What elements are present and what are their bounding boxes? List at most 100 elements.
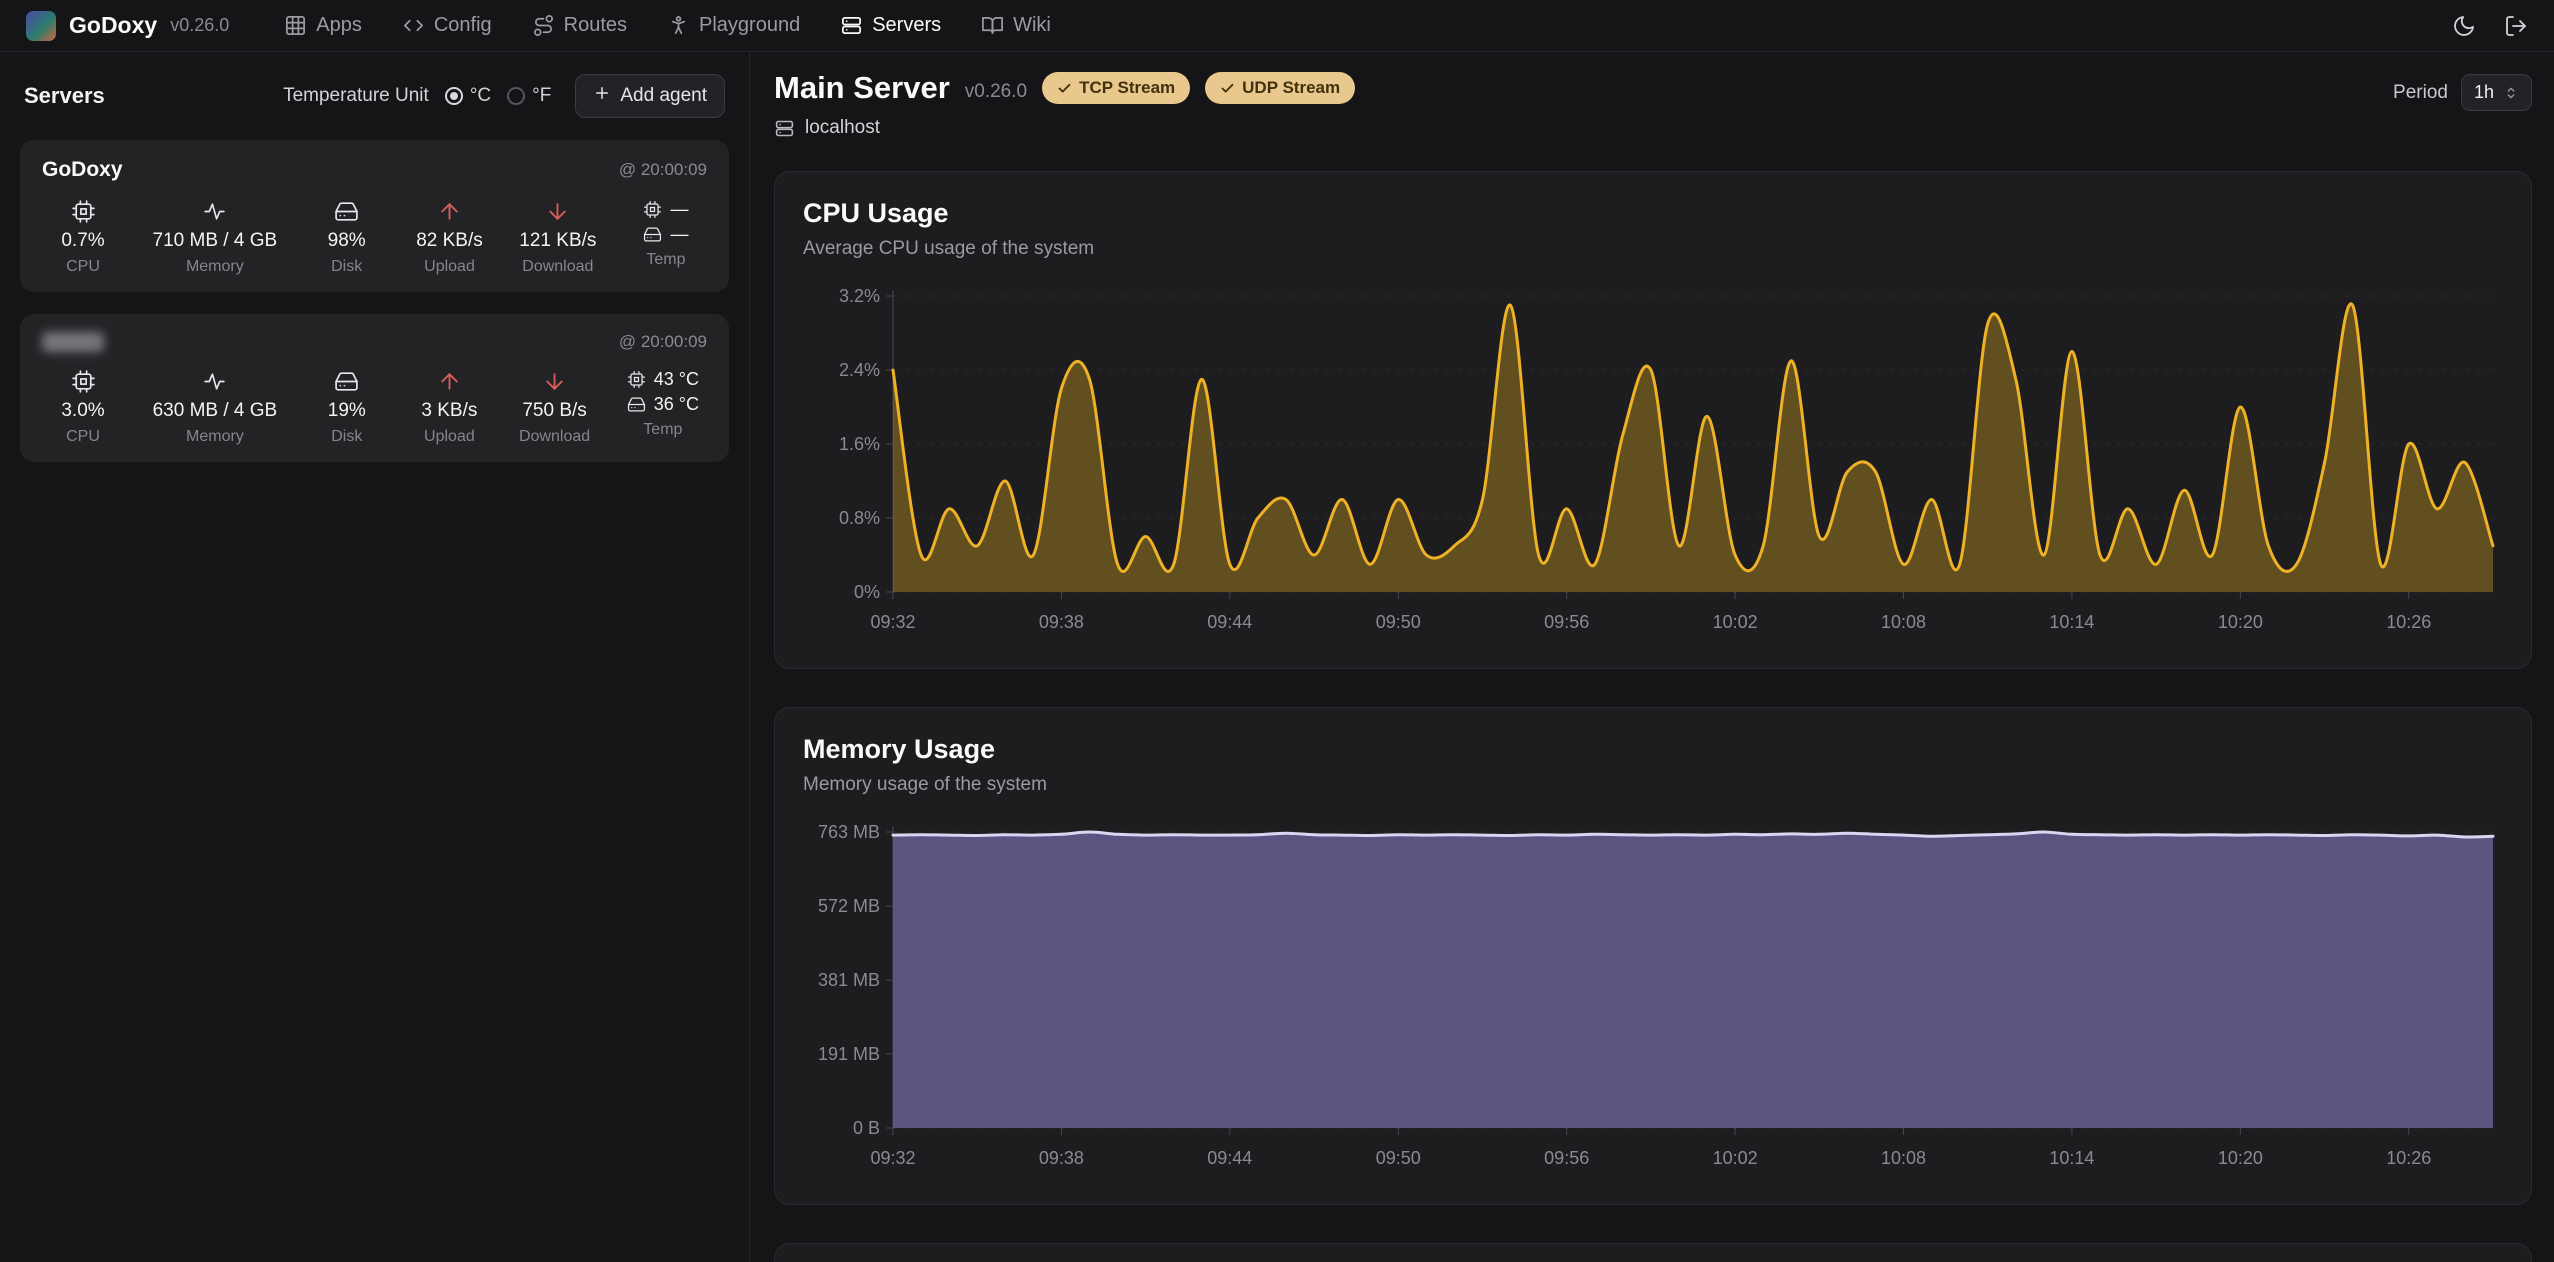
svg-text:10:08: 10:08 xyxy=(1881,612,1926,632)
metric-temp: 43 °C 36 °C Temp xyxy=(627,369,699,439)
server-card-agent[interactable]: @ 20:00:09 3.0% CPU 630 MB / 4 xyxy=(20,314,729,462)
arrow-up-icon xyxy=(437,369,462,394)
activity-icon xyxy=(202,199,227,224)
server-card-godoxy[interactable]: GoDoxy @ 20:00:09 0.7% CPU xyxy=(20,140,729,292)
svg-text:381 MB: 381 MB xyxy=(818,970,880,990)
servers-sidebar: Servers Temperature Unit °C °F xyxy=(0,52,750,1262)
period-control: Period 1h xyxy=(2393,74,2532,111)
logout-button[interactable] xyxy=(2504,14,2528,38)
nav-item-label: Apps xyxy=(316,14,362,37)
cpu-usage-chart: 0%0.8%1.6%2.4%3.2%09:3209:3809:4409:5009… xyxy=(803,282,2503,642)
download-value: 750 B/s xyxy=(522,400,586,422)
svg-text:09:56: 09:56 xyxy=(1544,1148,1589,1168)
disk-temp-value: 36 °C xyxy=(654,394,699,415)
metric-cpu: 3.0% CPU xyxy=(50,369,116,446)
arrow-up-icon xyxy=(437,199,462,224)
metric-disk: 19% Disk xyxy=(314,369,380,446)
hard-drive-icon xyxy=(334,369,359,394)
cpu-value: 3.0% xyxy=(61,400,104,422)
plus-icon xyxy=(593,84,611,108)
nav-item-apps[interactable]: Apps xyxy=(284,14,362,37)
fahrenheit-radio[interactable]: °F xyxy=(507,85,551,107)
cpu-temp-value: — xyxy=(670,199,688,220)
radio-circle xyxy=(445,87,463,105)
app-root: GoDoxy v0.26.0 Apps Config xyxy=(0,0,2554,1262)
svg-text:0.8%: 0.8% xyxy=(839,508,880,528)
nav-item-wiki[interactable]: Wiki xyxy=(981,14,1051,37)
nav-item-label: Playground xyxy=(699,14,800,37)
svg-text:1.6%: 1.6% xyxy=(839,434,880,454)
main-nav: Apps Config Routes xyxy=(284,14,1051,37)
svg-text:10:08: 10:08 xyxy=(1881,1148,1926,1168)
title-row: Main Server v0.26.0 TCP Stream xyxy=(774,70,1355,106)
sidebar-title: Servers xyxy=(24,83,105,109)
add-agent-button[interactable]: Add agent xyxy=(575,74,725,118)
svg-text:0%: 0% xyxy=(854,582,880,602)
svg-text:09:38: 09:38 xyxy=(1039,612,1084,632)
cpu-chip-icon xyxy=(71,369,96,394)
metric-memory: 710 MB / 4 GB Memory xyxy=(153,199,278,276)
badge-label: UDP Stream xyxy=(1242,78,1340,98)
nav-item-config[interactable]: Config xyxy=(402,14,492,37)
nav-item-playground[interactable]: Playground xyxy=(667,14,800,37)
svg-text:10:20: 10:20 xyxy=(2218,1148,2263,1168)
disk-temp-value: — xyxy=(670,224,688,245)
celsius-radio[interactable]: °C xyxy=(445,85,491,107)
svg-text:09:44: 09:44 xyxy=(1207,1148,1252,1168)
disk-value: 98% xyxy=(328,230,366,252)
sidebar-controls: Temperature Unit °C °F Add agent xyxy=(283,74,725,118)
cpu-usage-card: CPU Usage Average CPU usage of the syste… xyxy=(774,171,2532,669)
chevron-up-down-icon xyxy=(2503,85,2519,101)
nav-item-label: Config xyxy=(434,14,492,37)
moon-icon xyxy=(2452,14,2476,38)
cpu-label: CPU xyxy=(66,428,100,446)
metric-upload: 3 KB/s Upload xyxy=(416,369,482,446)
brand-name[interactable]: GoDoxy xyxy=(69,12,157,39)
person-icon xyxy=(667,14,690,37)
svg-text:572 MB: 572 MB xyxy=(818,896,880,916)
server-metrics: 3.0% CPU 630 MB / 4 GB Memory xyxy=(42,369,707,446)
server-timestamp: @ 20:00:09 xyxy=(619,160,707,180)
godoxy-logo[interactable] xyxy=(26,11,56,41)
disk-temp-row: 36 °C xyxy=(627,394,699,415)
memory-chart-subtitle: Memory usage of the system xyxy=(803,774,2503,796)
server-name: GoDoxy xyxy=(42,158,123,182)
svg-text:2.4%: 2.4% xyxy=(839,360,880,380)
sidebar-header: Servers Temperature Unit °C °F xyxy=(20,74,729,118)
memory-chart-title: Memory Usage xyxy=(803,734,2503,765)
udp-stream-badge: UDP Stream xyxy=(1205,72,1355,104)
code-icon xyxy=(402,14,425,37)
temp-rows: 43 °C 36 °C xyxy=(627,369,699,415)
nav-item-servers[interactable]: Servers xyxy=(840,14,941,37)
tcp-stream-badge: TCP Stream xyxy=(1042,72,1190,104)
page-body: Servers Temperature Unit °C °F xyxy=(0,52,2554,1262)
download-label: Download xyxy=(522,258,593,276)
metric-disk: 98% Disk xyxy=(314,199,380,276)
svg-text:09:44: 09:44 xyxy=(1207,612,1252,632)
theme-toggle-button[interactable] xyxy=(2452,14,2476,38)
route-icon xyxy=(532,14,555,37)
upload-value: 82 KB/s xyxy=(416,230,483,252)
svg-text:09:50: 09:50 xyxy=(1376,1148,1421,1168)
metric-cpu: 0.7% CPU xyxy=(50,199,116,276)
host-name: localhost xyxy=(805,117,880,139)
nav-item-routes[interactable]: Routes xyxy=(532,14,627,37)
memory-label: Memory xyxy=(186,258,244,276)
metric-temp: — — Temp xyxy=(633,199,699,269)
svg-text:10:26: 10:26 xyxy=(2386,612,2431,632)
celsius-label: °C xyxy=(470,85,491,107)
temp-label: Temp xyxy=(646,251,685,269)
disk-label: Disk xyxy=(331,428,362,446)
arrow-down-icon xyxy=(545,199,570,224)
period-select[interactable]: 1h xyxy=(2461,74,2532,111)
period-value: 1h xyxy=(2474,82,2494,103)
svg-text:191 MB: 191 MB xyxy=(818,1044,880,1064)
upload-label: Upload xyxy=(424,258,475,276)
cpu-chip-icon xyxy=(71,199,96,224)
server-card-header: GoDoxy @ 20:00:09 xyxy=(42,158,707,182)
check-icon xyxy=(1220,81,1235,96)
temp-rows: — — xyxy=(643,199,688,245)
radio-circle xyxy=(507,87,525,105)
navbar-left: GoDoxy v0.26.0 Apps Config xyxy=(26,11,1051,41)
main-content: Main Server v0.26.0 TCP Stream xyxy=(750,52,2554,1262)
